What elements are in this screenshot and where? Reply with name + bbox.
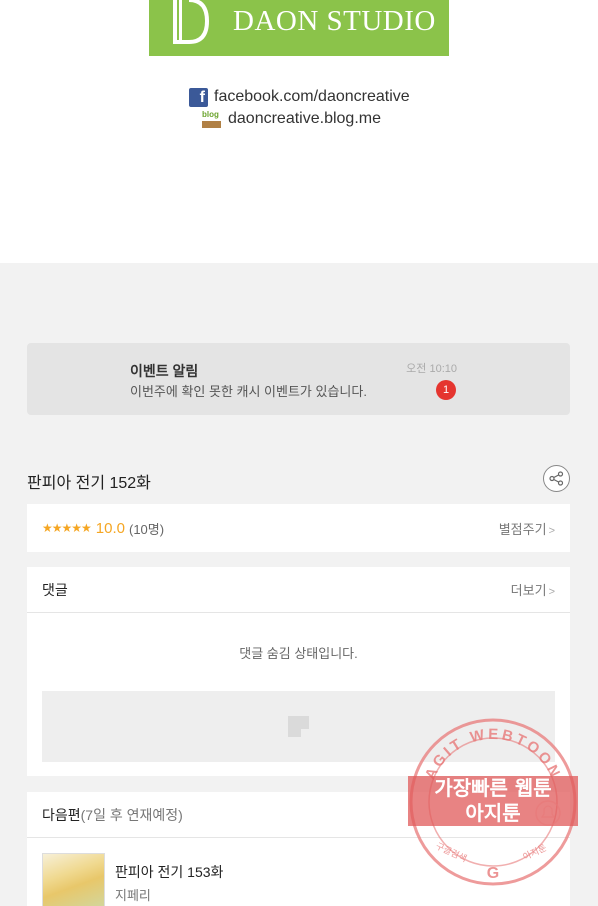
logo-d-mark-icon [149,0,209,56]
header-banner: DAON STUDIO f facebook.com/daoncreative … [0,0,598,263]
rating-bar: ★★★★★ 10.0 (10명) 별점주기 > [27,504,570,552]
comments-hidden-message: 댓글 숨김 상태입니다. [239,646,358,661]
chevron-right-icon: > [548,586,555,598]
notification-title: 이벤트 알림 [130,363,199,379]
facebook-link[interactable]: f facebook.com/daoncreative [189,86,410,108]
episode-title: 판피아 전기 152화 [27,475,151,492]
comment-input-placeholder[interactable] [42,691,555,762]
event-notification[interactable]: 이벤트 알림 이번주에 확인 못한 캐시 이벤트가 있습니다. 오전 10:10… [27,343,570,415]
notification-badge: 1 [436,380,456,400]
share-button[interactable] [543,465,570,492]
comments-section: 댓글 더보기 > 댓글 숨김 상태입니다. [27,567,570,776]
blog-link[interactable]: blog daoncreative.blog.me [189,108,410,130]
next-episode-item[interactable]: 판피아 전기 153화 지페리 [42,853,223,906]
chevron-right-icon: > [548,524,555,537]
comments-header: 댓글 더보기 > [27,567,570,613]
studio-name: DAON STUDIO [233,4,436,37]
comments-label: 댓글 [42,581,68,598]
star-rating-icon: ★★★★★ [42,521,92,535]
social-links: f facebook.com/daoncreative blog daoncre… [189,86,410,130]
blog-icon: blog [202,110,221,129]
next-episode-title: 판피아 전기 153화 [115,864,224,880]
comments-more-button[interactable]: 더보기 > [511,580,555,599]
rating-count: (10명) [129,521,165,537]
episode-thumbnail[interactable] [42,853,105,906]
next-episode-schedule: (7일 후 연재예정) [80,806,183,823]
comment-icon [288,716,309,737]
next-episode-label: 다음편 [42,806,81,823]
rating-score: 10.0 [95,519,125,537]
notification-time: 오전 10:10 [406,363,457,375]
rate-button[interactable]: 별점주기 > [499,519,555,538]
next-episode-section: 다음편 (7일 후 연재예정) 판피아 전기 153화 지페리 [27,792,570,906]
blog-url[interactable]: daoncreative.blog.me [228,110,381,128]
facebook-url[interactable]: facebook.com/daoncreative [214,88,410,106]
share-icon [549,471,564,486]
next-episode-header: 다음편 (7일 후 연재예정) [27,792,570,838]
notification-message: 이번주에 확인 못한 캐시 이벤트가 있습니다. [130,384,367,399]
facebook-icon: f [189,87,208,107]
next-episode-author: 지페리 [115,888,151,903]
daon-studio-logo: DAON STUDIO [149,0,449,56]
